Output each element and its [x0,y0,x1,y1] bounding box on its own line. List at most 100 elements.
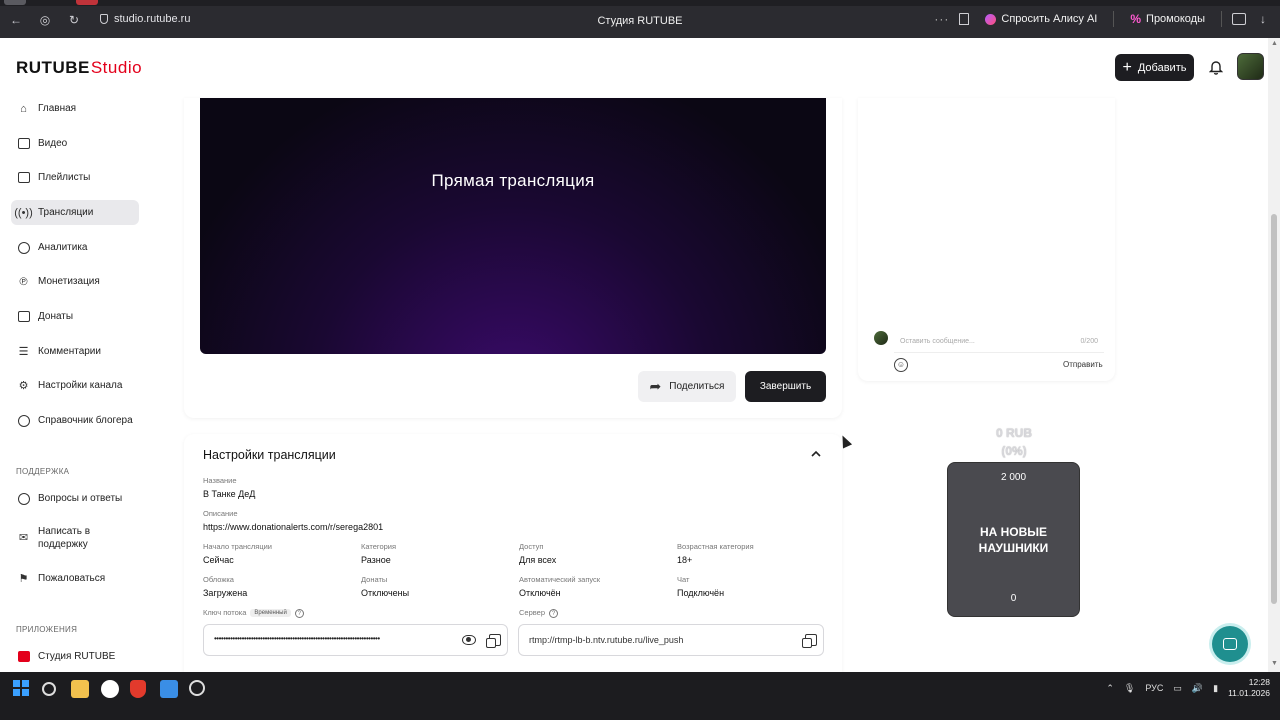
add-button[interactable]: + Добавить [1115,54,1194,81]
category-label: Категория [361,542,397,551]
rutube-studio-logo[interactable]: RUTUBEStudio [16,58,142,78]
stream-preview[interactable]: Прямая трансляция [200,98,826,354]
scroll-up-icon[interactable]: ▲ [1271,40,1278,47]
page-scrollbar[interactable]: ▲ ▼ [1268,38,1280,672]
chevron-up-icon[interactable]: ⌃ [1106,683,1114,694]
name-label: Название [203,476,237,485]
server-field[interactable]: rtmp://rtmp-lb-b.ntv.rutube.ru/live_push [518,624,824,656]
sidebar-item-comments[interactable]: ☰ Комментарии [11,339,139,364]
display-icon[interactable]: ▭ [1173,683,1182,694]
chevron-up-icon[interactable] [810,448,822,460]
sidebar-item-label: Справочник блогера [38,415,133,426]
category-value: Разное [361,555,391,565]
stream-key-field[interactable]: ••••••••••••••••••••••••••••••••••••••••… [203,624,508,656]
finish-button[interactable]: Завершить [745,371,826,402]
start-value: Сейчас [203,555,234,565]
sidebar-item-label: Написать в поддержку [38,525,90,551]
sidebar-item-video[interactable]: Видео [11,131,139,156]
file-explorer-icon[interactable] [71,680,89,698]
browser-tab[interactable] [4,0,26,5]
home-icon: ⌂ [20,102,27,115]
sidebar-item-contact-support[interactable]: ✉ Написать в поддержку [11,522,139,554]
sidebar-item-donations[interactable]: Донаты [11,304,139,329]
video-icon [17,137,30,150]
goal-amount-rub: 0 RUB [995,426,1032,440]
chat-placeholder: Оставить сообщение... [900,338,975,345]
copy-icon[interactable] [486,634,501,648]
language-indicator[interactable]: РУС [1145,683,1163,693]
alice-button[interactable]: Спросить Алису AI [979,10,1103,28]
clock-time: 12:28 [1248,677,1270,687]
chat-avatar [874,331,888,345]
sidebar-item-report[interactable]: ⚑ Пожаловаться [11,566,139,591]
share-button[interactable]: ➦ Поделиться [638,371,736,402]
autostart-label: Автоматический запуск [519,575,601,584]
sidebar-item-channel-settings[interactable]: ⚙ Настройки канала [11,373,139,398]
bookmark-icon[interactable] [959,13,970,25]
gear-icon: ⚙ [18,380,29,392]
donations-label: Донаты [361,575,388,584]
sidebar-item-guide[interactable]: Справочник блогера [11,408,139,433]
send-button[interactable]: Отправить [1063,360,1103,369]
scroll-down-icon[interactable]: ▼ [1271,660,1278,667]
eye-icon[interactable] [462,635,476,645]
app-icon[interactable] [160,680,178,698]
volume-icon[interactable]: 🔊 [1192,683,1203,694]
logo-studio: Studio [90,58,143,77]
more-icon[interactable]: ··· [934,12,949,26]
sidebar-item-label: Видео [38,138,68,149]
server-value: rtmp://rtmp-lb-b.ntv.rutube.ru/live_push [529,635,684,645]
clock-date: 11.01.2026 [1228,688,1270,698]
sidebar-item-label: Главная [38,103,77,114]
help-icon[interactable]: ? [294,608,304,618]
sidebar-item-broadcasts[interactable]: ((•)) Трансляции [11,200,139,225]
search-icon[interactable] [42,682,56,696]
sidebar-item-analytics[interactable]: Аналитика [11,235,139,260]
emoji-icon[interactable]: ☺ [894,358,908,372]
browser-tab-active[interactable] [76,0,98,5]
chat-bubble-icon [1223,638,1237,650]
copy-icon[interactable] [802,634,817,648]
alice-label: Спросить Алису AI [1001,13,1098,25]
sidebar-item-label: Пожаловаться [38,573,106,584]
analytics-icon [17,241,30,254]
donation-goal-widget: 2 000 НА НОВЫЕ НАУШНИКИ 0 [947,462,1080,617]
sidebar-item-home[interactable]: ⌂ Главная [11,96,139,121]
monetization-icon: ℗ [19,275,28,288]
sidebar-section-apps: ПРИЛОЖЕНИЯ [16,625,78,634]
studio-app-icon [17,650,30,663]
windows-start-icon[interactable] [13,680,29,696]
download-icon[interactable]: ↓ [1256,12,1270,26]
sidebar-item-studio-app[interactable]: Студия RUTUBE [11,644,139,669]
chat-value: Подключён [677,588,725,598]
sidebar-item-playlists[interactable]: Плейлисты [11,165,139,190]
chat-label: Чат [677,575,690,584]
obs-icon[interactable] [189,680,205,696]
promo-button[interactable]: % Промокоды [1124,9,1211,29]
sidebar-item-label: Монетизация [38,276,100,287]
sidebar-item-monetization[interactable]: ℗ Монетизация [11,269,139,294]
support-chat-button[interactable] [1212,626,1248,662]
sidebar-item-faq[interactable]: Вопросы и ответы [11,486,139,511]
sidebar-section-support: ПОДДЕРЖКА [16,467,70,476]
clock[interactable]: 12:28 11.01.2026 [1228,677,1270,699]
description-value[interactable]: https://www.donationalerts.com/r/serega2… [203,522,383,532]
share-label: Поделиться [669,381,725,392]
bell-icon[interactable] [1209,59,1223,75]
label-line: Написать в [38,526,91,537]
goal-amount: 0 RUB (0%) [948,424,1080,460]
collections-icon[interactable] [1232,13,1246,25]
microphone-icon[interactable]: 🎙 [1124,683,1135,694]
chat-input[interactable]: Оставить сообщение... 0/200 [894,331,1104,353]
app-icon[interactable] [130,680,146,698]
plus-icon: + [1122,58,1132,76]
avatar[interactable] [1237,53,1264,80]
goal-text: НА НОВЫЕ НАУШНИКИ [948,524,1079,556]
battery-icon[interactable]: ▮ [1213,683,1218,694]
yandex-browser-icon[interactable] [101,680,119,698]
browser-toolbar: ← ◎ ↻ studio.rutube.ru Студия RUTUBE ···… [0,0,1280,38]
help-icon[interactable]: ? [549,608,559,618]
scroll-thumb[interactable] [1271,214,1277,604]
cover-value: Загружена [203,588,248,598]
sidebar-item-label: Аналитика [38,242,88,253]
